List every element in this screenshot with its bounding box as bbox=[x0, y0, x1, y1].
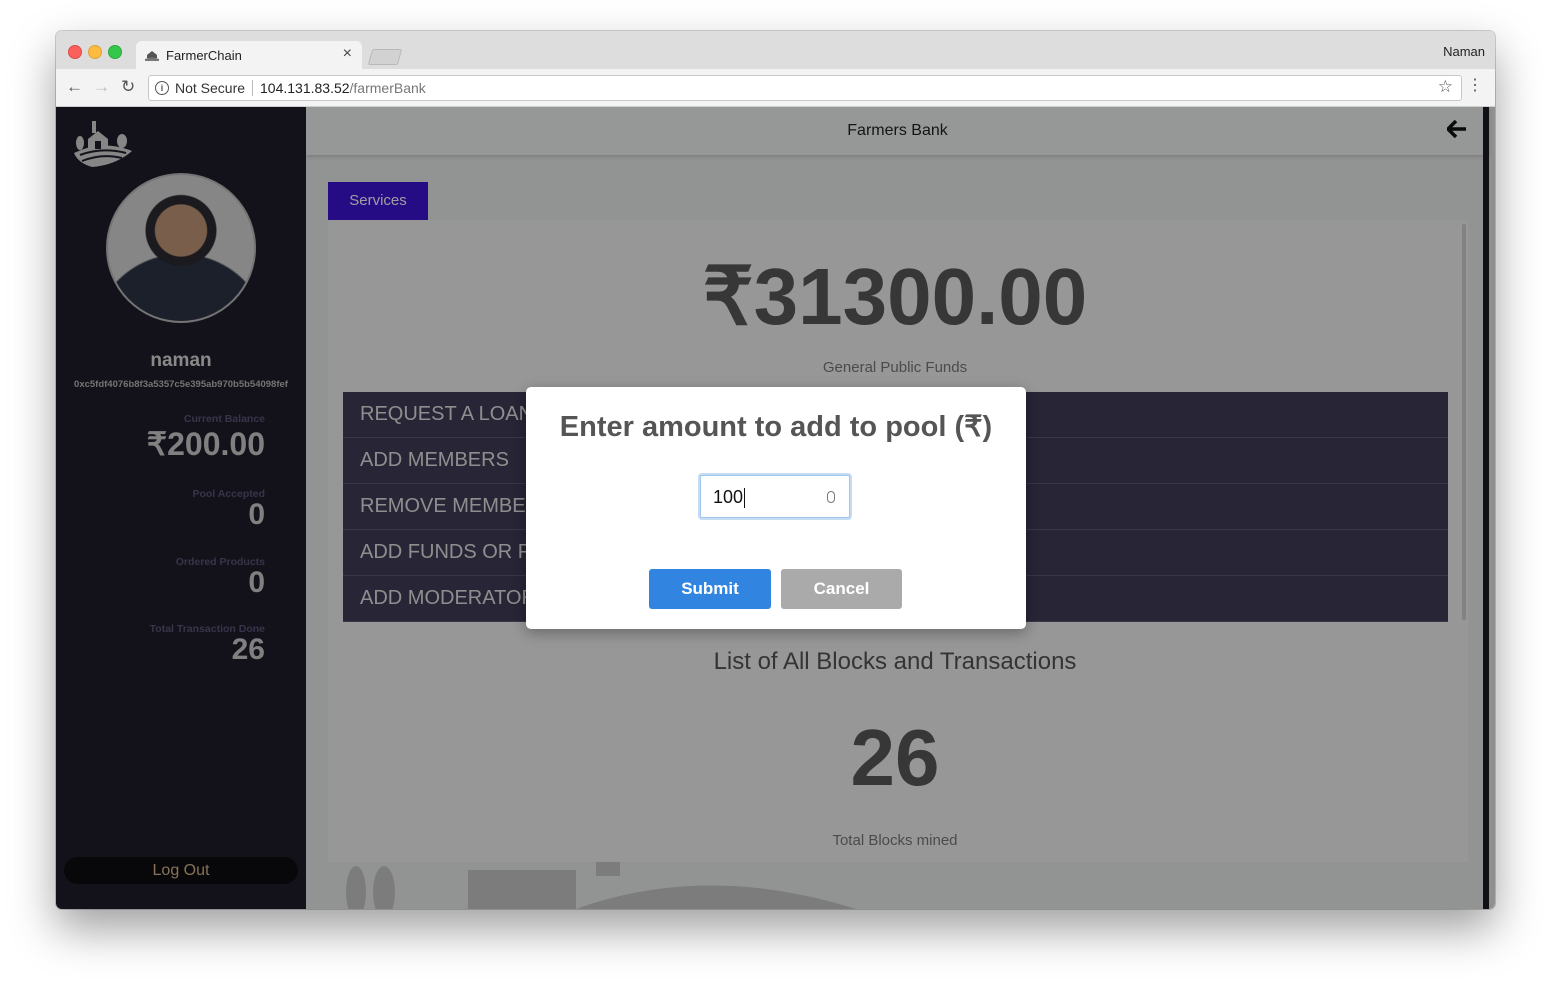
dialog-title: Enter amount to add to pool (₹) bbox=[559, 411, 993, 443]
omnibox-separator bbox=[252, 80, 253, 96]
web-page: naman 0xc5fdf4076b8f3a5357c5e395ab970b5b… bbox=[56, 107, 1495, 909]
submit-button[interactable]: Submit bbox=[649, 569, 771, 609]
new-tab-button[interactable] bbox=[367, 49, 403, 65]
url-text: 104.131.83.52/farmerBank bbox=[260, 80, 426, 96]
amount-input[interactable]: 100 bbox=[700, 475, 850, 518]
cancel-button[interactable]: Cancel bbox=[781, 569, 902, 609]
back-arrow-icon[interactable]: ← bbox=[66, 77, 83, 97]
reload-icon[interactable]: ↻ bbox=[121, 77, 135, 97]
title-bar: FarmerChain × Naman bbox=[56, 31, 1495, 69]
url-path: /farmerBank bbox=[349, 80, 426, 96]
amount-value: 100 bbox=[713, 487, 744, 507]
browser-toolbar: ← → ↻ i Not Secure 104.131.83.52/farmerB… bbox=[56, 69, 1495, 107]
close-window-button[interactable] bbox=[68, 45, 82, 59]
browser-window: FarmerChain × Naman ← → ↻ i Not Secure 1… bbox=[56, 31, 1495, 909]
browser-tab[interactable]: FarmerChain × bbox=[136, 41, 362, 69]
tab-title: FarmerChain bbox=[166, 48, 242, 63]
minimize-window-button[interactable] bbox=[88, 45, 102, 59]
add-to-pool-dialog: Enter amount to add to pool (₹) 100 Subm… bbox=[526, 387, 1026, 629]
maximize-window-button[interactable] bbox=[108, 45, 122, 59]
tab-close-icon[interactable]: × bbox=[343, 45, 352, 63]
address-bar[interactable]: i Not Secure 104.131.83.52/farmerBank ☆ bbox=[148, 75, 1462, 101]
profile-name[interactable]: Naman bbox=[1443, 44, 1485, 59]
text-cursor bbox=[744, 488, 746, 509]
forward-arrow-icon[interactable]: → bbox=[93, 77, 110, 97]
farm-favicon-icon bbox=[144, 48, 160, 62]
browser-menu-icon[interactable]: ⋮ bbox=[1467, 76, 1483, 96]
info-icon[interactable]: i bbox=[155, 81, 169, 95]
url-host: 104.131.83.52 bbox=[260, 80, 350, 96]
number-spinner-icon[interactable] bbox=[827, 491, 835, 503]
bookmark-star-icon[interactable]: ☆ bbox=[1438, 77, 1453, 97]
security-label: Not Secure bbox=[175, 80, 246, 96]
